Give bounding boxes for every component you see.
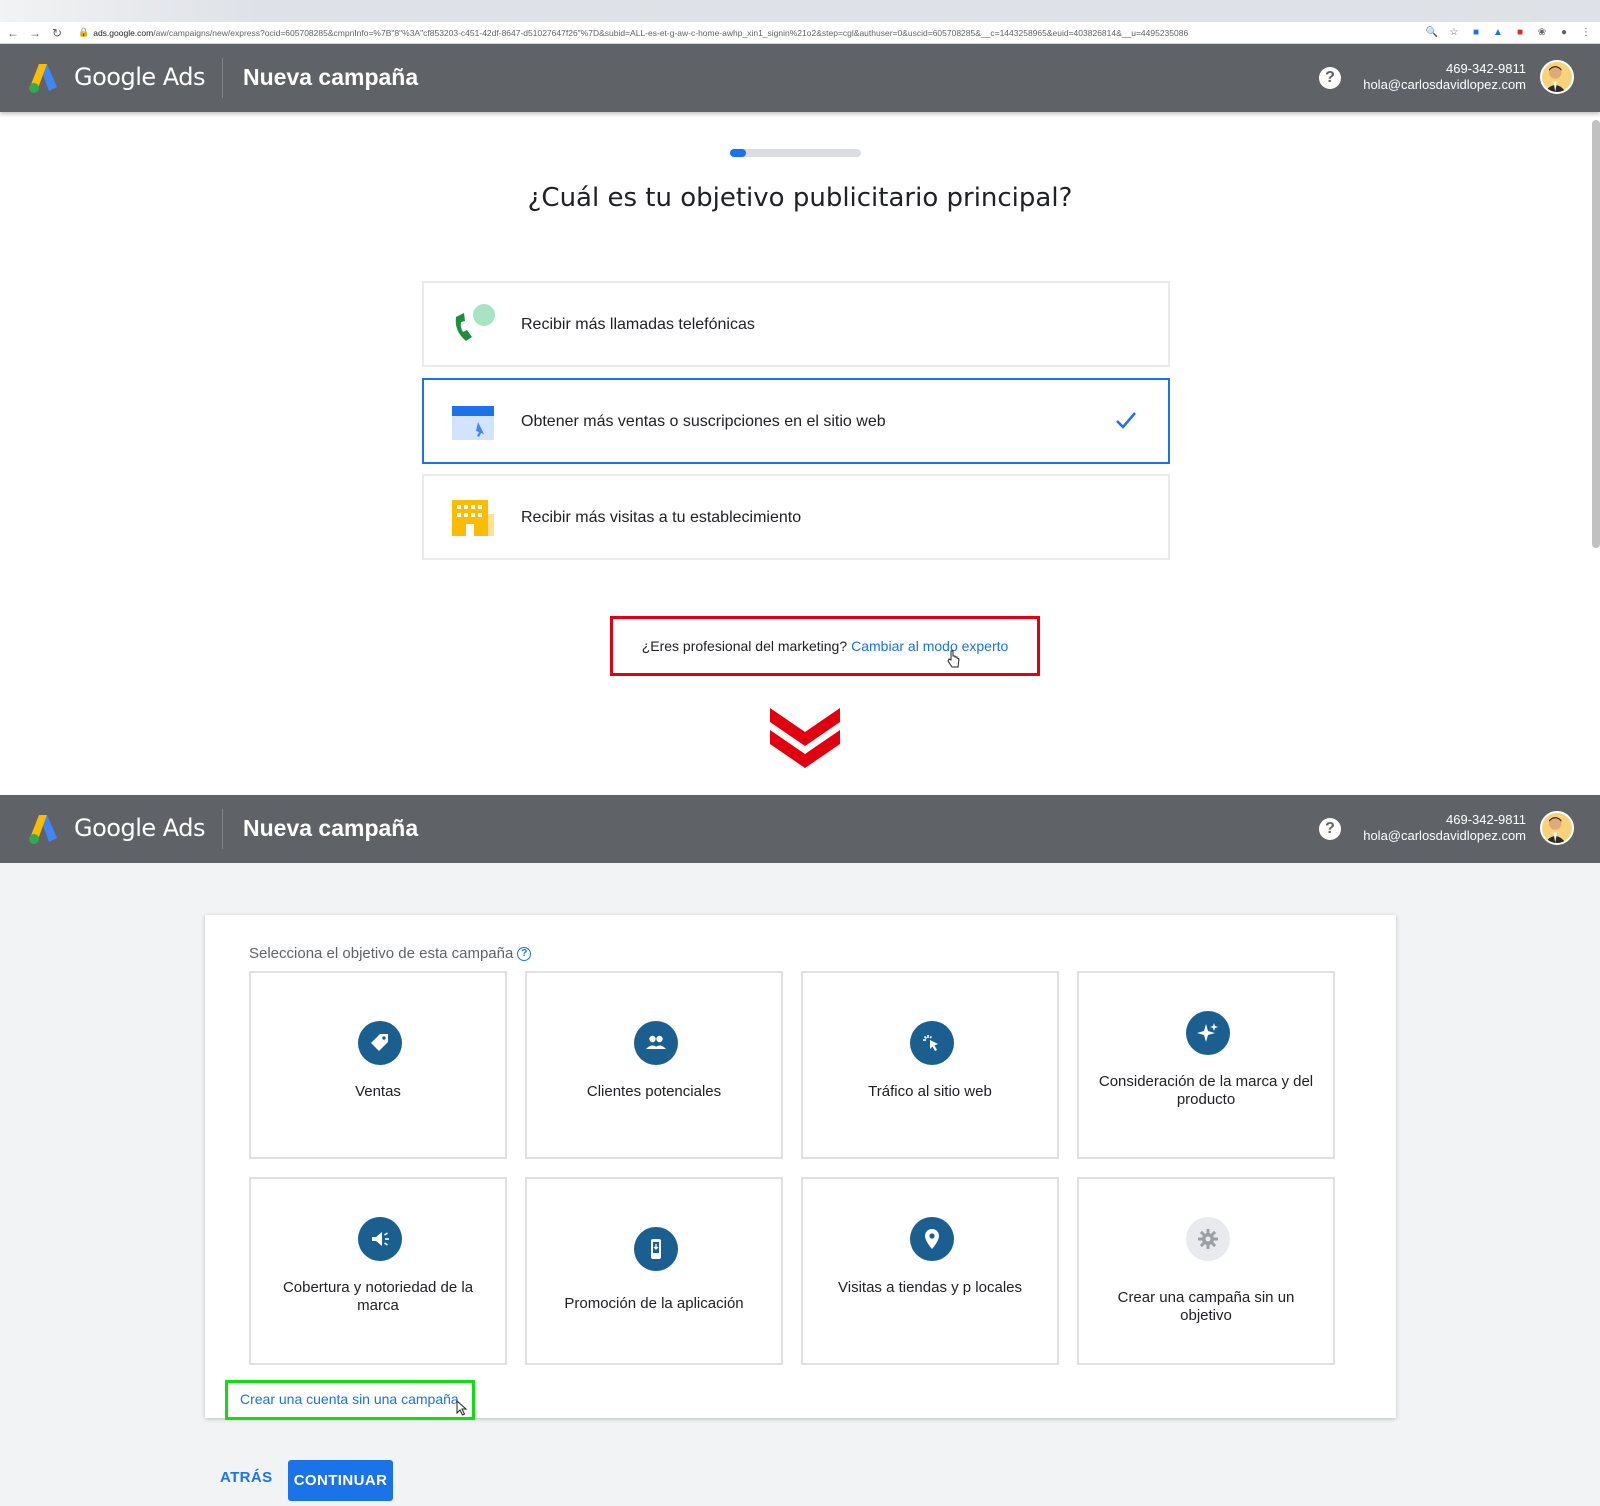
url-host: ads.google.com <box>93 27 154 38</box>
objective-label: Ventas <box>355 1083 401 1100</box>
help-circle-icon[interactable]: ? <box>517 947 532 961</box>
app-header: Google Ads Nueva campaña ? 469-342-9811 … <box>0 44 1600 112</box>
bookmark-star-icon[interactable]: ☆ <box>1448 25 1460 39</box>
google-ads-logo-icon[interactable] <box>26 812 60 846</box>
arrow-cursor-icon <box>456 1400 468 1416</box>
gear-icon <box>1186 1217 1230 1261</box>
objective-card-sin-objetivo[interactable]: Crear una campaña sin un objetivo <box>1077 1177 1335 1365</box>
objective-label: Cobertura y notoriedad de la marca <box>282 1279 474 1314</box>
page-title: Nueva campaña <box>243 64 419 90</box>
app-header-expert: Google Ads Nueva campaña ? 469-342-9811 … <box>0 795 1600 863</box>
objective-card-cobertura[interactable]: Cobertura y notoriedad de la marca <box>249 1177 507 1365</box>
forward-arrow-icon[interactable]: → <box>26 24 44 42</box>
back-arrow-icon[interactable]: ← <box>4 24 22 42</box>
account-email: hola@carlosdavidlopez.com <box>1363 77 1526 92</box>
people-icon <box>634 1021 678 1065</box>
help-icon[interactable]: ? <box>1319 67 1341 89</box>
google-ads-logo-icon[interactable] <box>26 61 60 95</box>
objective-card-trafico[interactable]: Tráfico al sitio web <box>801 971 1059 1159</box>
checkmark-icon <box>1116 412 1136 429</box>
objective-panel: Selecciona el objetivo de esta campaña? … <box>205 915 1396 1420</box>
back-button[interactable]: ATRÁS <box>220 1469 273 1486</box>
goal-option-label: Recibir más llamadas telefónicas <box>521 316 755 333</box>
profile-icon[interactable]: ● <box>1558 25 1570 39</box>
avatar[interactable] <box>1540 60 1574 94</box>
brand-name: Google Ads <box>74 63 206 91</box>
megaphone-icon <box>358 1217 402 1261</box>
objective-card-consideracion[interactable]: Consideración de la marca y del producto <box>1077 971 1335 1159</box>
expert-mode-highlight: ¿Eres profesional del marketing? Cambiar… <box>610 616 1040 676</box>
objective-panel-label: Selecciona el objetivo de esta campaña? <box>249 945 532 962</box>
browser-tabstrip <box>0 0 1600 22</box>
location-pin-icon <box>910 1217 954 1261</box>
mobile-app-icon <box>634 1227 678 1271</box>
store-icon <box>452 500 494 536</box>
header-divider <box>222 58 223 98</box>
double-chevron-down-icon <box>770 708 840 768</box>
expert-question: ¿Eres profesional del marketing? <box>641 638 848 654</box>
avatar[interactable] <box>1540 811 1574 845</box>
goal-option-calls[interactable]: Recibir más llamadas telefónicas <box>422 281 1170 367</box>
avatar-person-icon <box>1544 65 1566 92</box>
help-icon[interactable]: ? <box>1319 818 1341 840</box>
extension-icons: 🔍 ☆ ■ ▲ ■ ❀ ● ⋮ <box>1426 25 1592 39</box>
hand-cursor-icon <box>947 650 960 668</box>
create-account-without-campaign-link[interactable]: Crear una cuenta sin una campaña <box>225 1380 475 1420</box>
zoom-icon[interactable]: 🔍 <box>1426 25 1438 39</box>
cursor-click-icon <box>910 1021 954 1065</box>
goal-option-label: Recibir más visitas a tu establecimiento <box>521 509 802 526</box>
reload-icon[interactable]: ↻ <box>48 24 66 42</box>
phone-icon <box>455 304 495 341</box>
objective-card-aplicacion[interactable]: Promoción de la aplicación <box>525 1177 783 1365</box>
url-text[interactable]: ads.google.com/aw/campaigns/new/express?… <box>93 28 1223 38</box>
more-menu-icon[interactable]: ⋮ <box>1580 25 1592 39</box>
sparkle-icon <box>1186 1011 1230 1055</box>
website-icon <box>452 406 494 440</box>
tag-icon <box>358 1021 402 1065</box>
brand-name: Google Ads <box>74 814 206 842</box>
objective-panel-label-text: Selecciona el objetivo de esta campaña <box>249 945 514 962</box>
url-path: /aw/campaigns/new/express?ocid=605708285… <box>153 27 1189 38</box>
objective-label: Tráfico al sitio web <box>868 1083 992 1100</box>
account-info[interactable]: 469-342-9811 hola@carlosdavidlopez.com <box>1363 61 1526 93</box>
objective-label: Visitas a tiendas y p locales <box>838 1279 1022 1296</box>
objective-label: Clientes potenciales <box>586 1083 722 1100</box>
progress-fill <box>730 149 746 157</box>
progress-bar <box>730 149 861 157</box>
puzzle-icon[interactable]: ❀ <box>1536 25 1548 39</box>
browser-tab[interactable] <box>0 0 260 22</box>
account-phone: 469-342-9811 <box>1446 61 1526 76</box>
page-scrollbar[interactable] <box>1592 120 1600 548</box>
objective-card-ventas[interactable]: Ventas <box>249 971 507 1159</box>
goal-option-label: Obtener más ventas o suscripciones en el… <box>521 413 886 430</box>
objective-label: Consideración de la marca y del producto <box>1098 1073 1314 1108</box>
page-title: Nueva campaña <box>243 815 419 841</box>
account-email: hola@carlosdavidlopez.com <box>1363 828 1526 843</box>
account-info[interactable]: 469-342-9811 hola@carlosdavidlopez.com <box>1363 812 1526 844</box>
objective-label: Crear una campaña sin un objetivo <box>1117 1289 1295 1324</box>
switch-expert-mode-link[interactable]: Cambiar al modo experto <box>851 638 1008 654</box>
extension-icon[interactable]: ▲ <box>1492 25 1504 39</box>
objective-card-clientes[interactable]: Clientes potenciales <box>525 971 783 1159</box>
browser-url-bar[interactable]: ← → ↻ 🔒 ads.google.com/aw/campaigns/new/… <box>0 22 1600 44</box>
continue-button[interactable]: CONTINUAR <box>288 1460 393 1501</box>
objective-label: Promoción de la aplicación <box>564 1295 744 1312</box>
extension-icon[interactable]: ■ <box>1514 25 1526 39</box>
account-phone: 469-342-9811 <box>1446 812 1526 827</box>
lock-icon[interactable]: 🔒 <box>78 27 89 38</box>
question-heading: ¿Cuál es tu objetivo publicitario princi… <box>527 183 1073 213</box>
goal-option-store[interactable]: Recibir más visitas a tu establecimiento <box>422 474 1170 560</box>
objective-card-visitas[interactable]: Visitas a tiendas y p locales <box>801 1177 1059 1365</box>
extension-icon[interactable]: ■ <box>1470 25 1482 39</box>
header-divider <box>222 809 223 849</box>
goal-option-website[interactable]: Obtener más ventas o suscripciones en el… <box>422 378 1170 464</box>
avatar-person-icon <box>1544 816 1566 843</box>
